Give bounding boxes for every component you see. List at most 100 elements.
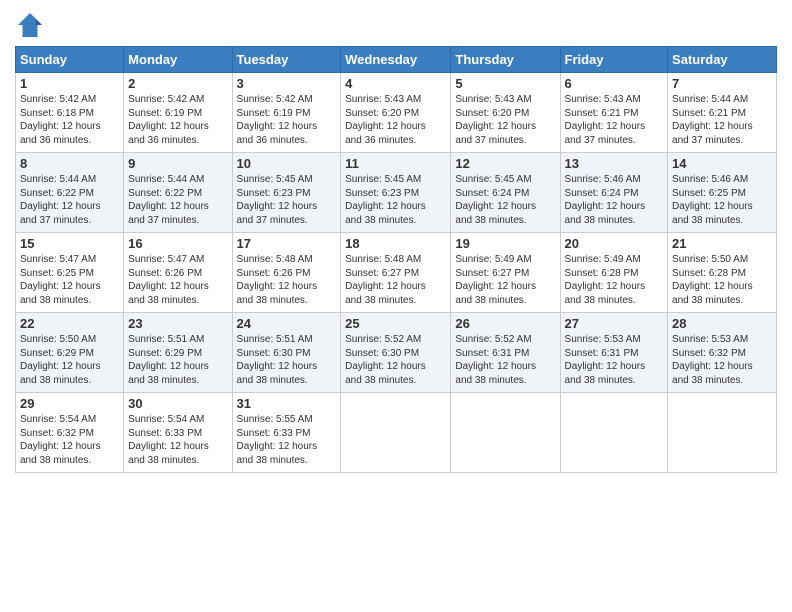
day-number: 4 bbox=[345, 76, 446, 91]
calendar-day-2: 2 Sunrise: 5:42 AM Sunset: 6:19 PM Daylig… bbox=[124, 73, 232, 153]
header bbox=[15, 10, 777, 40]
day-info: Sunrise: 5:42 AM Sunset: 6:19 PM Dayligh… bbox=[237, 93, 337, 147]
day-number: 8 bbox=[20, 156, 119, 171]
day-info: Sunrise: 5:46 AM Sunset: 6:24 PM Dayligh… bbox=[565, 173, 664, 227]
day-info: Sunrise: 5:55 AM Sunset: 6:33 PM Dayligh… bbox=[237, 413, 337, 467]
day-info: Sunrise: 5:46 AM Sunset: 6:25 PM Dayligh… bbox=[672, 173, 772, 227]
weekday-header-wednesday: Wednesday bbox=[341, 47, 451, 73]
calendar-day-13: 13 Sunrise: 5:46 AM Sunset: 6:24 PM Dayli… bbox=[560, 153, 668, 233]
calendar-day-17: 17Sunrise: 5:48 AM Sunset: 6:26 PM Dayli… bbox=[232, 233, 341, 313]
logo bbox=[15, 10, 49, 40]
weekday-header-saturday: Saturday bbox=[668, 47, 777, 73]
day-number: 13 bbox=[565, 156, 664, 171]
day-number: 31 bbox=[237, 396, 337, 411]
day-number: 19 bbox=[455, 236, 555, 251]
day-info: Sunrise: 5:49 AM Sunset: 6:27 PM Dayligh… bbox=[455, 253, 555, 307]
calendar-day-6: 6 Sunrise: 5:43 AM Sunset: 6:21 PM Daylig… bbox=[560, 73, 668, 153]
day-info: Sunrise: 5:43 AM Sunset: 6:21 PM Dayligh… bbox=[565, 93, 664, 147]
day-info: Sunrise: 5:45 AM Sunset: 6:23 PM Dayligh… bbox=[345, 173, 446, 227]
day-number: 22 bbox=[20, 316, 119, 331]
day-info: Sunrise: 5:43 AM Sunset: 6:20 PM Dayligh… bbox=[345, 93, 446, 147]
calendar-day-27: 27 Sunrise: 5:53 AM Sunset: 6:31 PM Dayli… bbox=[560, 313, 668, 393]
calendar-week-2: 8 Sunrise: 5:44 AM Sunset: 6:22 PM Daylig… bbox=[16, 153, 777, 233]
calendar-day-4: 4 Sunrise: 5:43 AM Sunset: 6:20 PM Daylig… bbox=[341, 73, 451, 153]
calendar-day-9: 9 Sunrise: 5:44 AM Sunset: 6:22 PM Daylig… bbox=[124, 153, 232, 233]
calendar-day-5: 5Sunrise: 5:43 AM Sunset: 6:20 PM Daylig… bbox=[451, 73, 560, 153]
calendar-day-16: 16 Sunrise: 5:47 AM Sunset: 6:26 PM Dayli… bbox=[124, 233, 232, 313]
day-number: 20 bbox=[565, 236, 664, 251]
calendar-day-15: 15Sunrise: 5:47 AM Sunset: 6:25 PM Dayli… bbox=[16, 233, 124, 313]
weekday-header-row: SundayMondayTuesdayWednesdayThursdayFrid… bbox=[16, 47, 777, 73]
day-number: 10 bbox=[237, 156, 337, 171]
day-info: Sunrise: 5:42 AM Sunset: 6:18 PM Dayligh… bbox=[20, 93, 119, 147]
empty-cell bbox=[560, 393, 668, 473]
empty-cell bbox=[451, 393, 560, 473]
day-info: Sunrise: 5:44 AM Sunset: 6:21 PM Dayligh… bbox=[672, 93, 772, 147]
day-info: Sunrise: 5:52 AM Sunset: 6:30 PM Dayligh… bbox=[345, 333, 446, 387]
day-number: 21 bbox=[672, 236, 772, 251]
day-info: Sunrise: 5:52 AM Sunset: 6:31 PM Dayligh… bbox=[455, 333, 555, 387]
day-number: 29 bbox=[20, 396, 119, 411]
day-number: 9 bbox=[128, 156, 227, 171]
day-info: Sunrise: 5:44 AM Sunset: 6:22 PM Dayligh… bbox=[20, 173, 119, 227]
calendar-day-10: 10 Sunrise: 5:45 AM Sunset: 6:23 PM Dayli… bbox=[232, 153, 341, 233]
day-info: Sunrise: 5:44 AM Sunset: 6:22 PM Dayligh… bbox=[128, 173, 227, 227]
calendar-day-29: 29Sunrise: 5:54 AM Sunset: 6:32 PM Dayli… bbox=[16, 393, 124, 473]
calendar-day-8: 8 Sunrise: 5:44 AM Sunset: 6:22 PM Daylig… bbox=[16, 153, 124, 233]
day-number: 7 bbox=[672, 76, 772, 91]
calendar-week-3: 15Sunrise: 5:47 AM Sunset: 6:25 PM Dayli… bbox=[16, 233, 777, 313]
day-number: 16 bbox=[128, 236, 227, 251]
page: SundayMondayTuesdayWednesdayThursdayFrid… bbox=[0, 0, 792, 612]
day-number: 2 bbox=[128, 76, 227, 91]
calendar-day-12: 12 Sunrise: 5:45 AM Sunset: 6:24 PM Dayli… bbox=[451, 153, 560, 233]
day-info: Sunrise: 5:50 AM Sunset: 6:28 PM Dayligh… bbox=[672, 253, 772, 307]
calendar-day-19: 19 Sunrise: 5:49 AM Sunset: 6:27 PM Dayli… bbox=[451, 233, 560, 313]
day-info: Sunrise: 5:47 AM Sunset: 6:26 PM Dayligh… bbox=[128, 253, 227, 307]
calendar-day-11: 11 Sunrise: 5:45 AM Sunset: 6:23 PM Dayli… bbox=[341, 153, 451, 233]
day-number: 12 bbox=[455, 156, 555, 171]
day-number: 6 bbox=[565, 76, 664, 91]
day-number: 24 bbox=[237, 316, 337, 331]
day-info: Sunrise: 5:51 AM Sunset: 6:29 PM Dayligh… bbox=[128, 333, 227, 387]
day-number: 27 bbox=[565, 316, 664, 331]
calendar-day-3: 3 Sunrise: 5:42 AM Sunset: 6:19 PM Daylig… bbox=[232, 73, 341, 153]
day-info: Sunrise: 5:43 AM Sunset: 6:20 PM Dayligh… bbox=[455, 93, 555, 147]
calendar-day-14: 14 Sunrise: 5:46 AM Sunset: 6:25 PM Dayli… bbox=[668, 153, 777, 233]
calendar-day-24: 24 Sunrise: 5:51 AM Sunset: 6:30 PM Dayli… bbox=[232, 313, 341, 393]
calendar-day-25: 25 Sunrise: 5:52 AM Sunset: 6:30 PM Dayli… bbox=[341, 313, 451, 393]
calendar-day-20: 20Sunrise: 5:49 AM Sunset: 6:28 PM Dayli… bbox=[560, 233, 668, 313]
calendar-day-26: 26 Sunrise: 5:52 AM Sunset: 6:31 PM Dayli… bbox=[451, 313, 560, 393]
calendar-day-7: 7 Sunrise: 5:44 AM Sunset: 6:21 PM Daylig… bbox=[668, 73, 777, 153]
day-info: Sunrise: 5:45 AM Sunset: 6:24 PM Dayligh… bbox=[455, 173, 555, 227]
calendar-day-30: 30Sunrise: 5:54 AM Sunset: 6:33 PM Dayli… bbox=[124, 393, 232, 473]
day-number: 1 bbox=[20, 76, 119, 91]
day-info: Sunrise: 5:45 AM Sunset: 6:23 PM Dayligh… bbox=[237, 173, 337, 227]
day-number: 23 bbox=[128, 316, 227, 331]
day-number: 11 bbox=[345, 156, 446, 171]
calendar-week-5: 29Sunrise: 5:54 AM Sunset: 6:32 PM Dayli… bbox=[16, 393, 777, 473]
day-info: Sunrise: 5:53 AM Sunset: 6:31 PM Dayligh… bbox=[565, 333, 664, 387]
calendar-day-28: 28Sunrise: 5:53 AM Sunset: 6:32 PM Dayli… bbox=[668, 313, 777, 393]
day-number: 3 bbox=[237, 76, 337, 91]
calendar-day-1: 1 Sunrise: 5:42 AM Sunset: 6:18 PM Daylig… bbox=[16, 73, 124, 153]
day-info: Sunrise: 5:51 AM Sunset: 6:30 PM Dayligh… bbox=[237, 333, 337, 387]
empty-cell bbox=[668, 393, 777, 473]
day-number: 28 bbox=[672, 316, 772, 331]
day-info: Sunrise: 5:42 AM Sunset: 6:19 PM Dayligh… bbox=[128, 93, 227, 147]
day-number: 14 bbox=[672, 156, 772, 171]
calendar-day-18: 18 Sunrise: 5:48 AM Sunset: 6:27 PM Dayli… bbox=[341, 233, 451, 313]
empty-cell bbox=[341, 393, 451, 473]
day-info: Sunrise: 5:48 AM Sunset: 6:27 PM Dayligh… bbox=[345, 253, 446, 307]
calendar-day-31: 31 Sunrise: 5:55 AM Sunset: 6:33 PM Dayli… bbox=[232, 393, 341, 473]
day-number: 18 bbox=[345, 236, 446, 251]
weekday-header-monday: Monday bbox=[124, 47, 232, 73]
weekday-header-thursday: Thursday bbox=[451, 47, 560, 73]
day-number: 26 bbox=[455, 316, 555, 331]
day-info: Sunrise: 5:50 AM Sunset: 6:29 PM Dayligh… bbox=[20, 333, 119, 387]
weekday-header-sunday: Sunday bbox=[16, 47, 124, 73]
logo-icon bbox=[15, 10, 45, 40]
day-info: Sunrise: 5:54 AM Sunset: 6:33 PM Dayligh… bbox=[128, 413, 227, 467]
day-number: 15 bbox=[20, 236, 119, 251]
day-number: 25 bbox=[345, 316, 446, 331]
day-number: 17 bbox=[237, 236, 337, 251]
